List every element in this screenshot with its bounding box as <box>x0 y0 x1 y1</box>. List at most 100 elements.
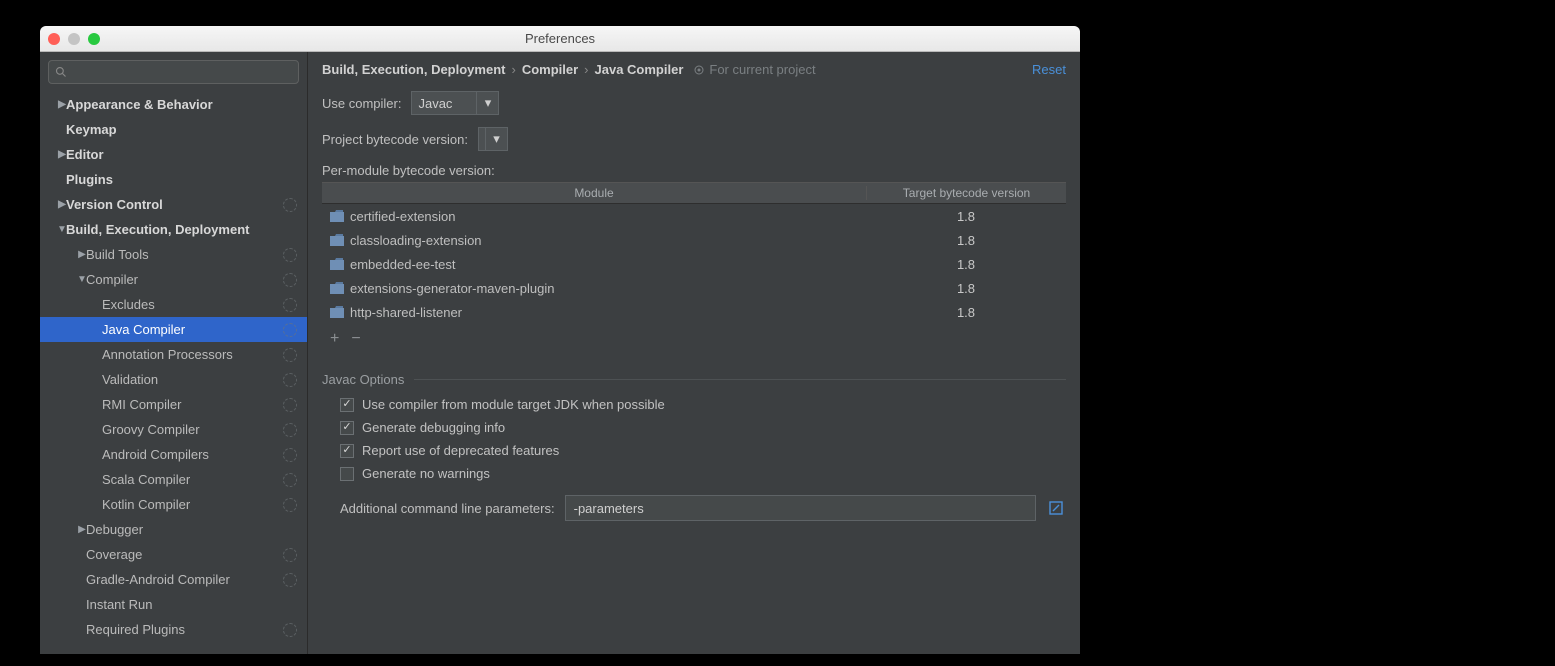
table-row[interactable]: classloading-extension 1.8 <box>322 228 1066 252</box>
add-row-button[interactable]: + <box>330 330 339 348</box>
tree-item-label: Plugins <box>66 172 113 187</box>
tree-item-label: Gradle-Android Compiler <box>86 572 230 587</box>
tree-arrow-icon: ▶ <box>50 199 74 210</box>
tree-item[interactable]: ▶Appearance & Behavior <box>40 92 307 117</box>
tree-arrow-icon: ▼ <box>70 274 94 285</box>
project-scope-icon <box>283 623 297 637</box>
project-scope-icon <box>283 248 297 262</box>
breadcrumb-seg: Build, Execution, Deployment <box>322 62 505 77</box>
chevron-right-icon: › <box>584 62 588 77</box>
tree-item[interactable]: ▼Build, Execution, Deployment <box>40 217 307 242</box>
project-scope-icon <box>283 448 297 462</box>
tree-item-label: Excludes <box>102 297 155 312</box>
project-scope-icon <box>283 273 297 287</box>
table-row[interactable]: embedded-ee-test 1.8 <box>322 252 1066 276</box>
checkbox-icon <box>340 398 354 412</box>
tree-item-label: Build, Execution, Deployment <box>66 222 249 237</box>
tree-item[interactable]: Scala Compiler <box>40 467 307 492</box>
module-table-body: certified-extension1.8classloading-exten… <box>322 204 1066 324</box>
tree-item[interactable]: Java Compiler <box>40 317 307 342</box>
project-scope-icon <box>283 423 297 437</box>
project-scope-note: For current project <box>693 62 815 77</box>
tree-item-label: Groovy Compiler <box>102 422 200 437</box>
tree-item[interactable]: Keymap <box>40 117 307 142</box>
opt-use-module-jdk[interactable]: Use compiler from module target JDK when… <box>340 397 1066 412</box>
opt-report-deprecated[interactable]: Report use of deprecated features <box>340 443 1066 458</box>
table-row[interactable]: http-shared-listener1.8 <box>322 300 1066 324</box>
breadcrumb: Build, Execution, Deployment › Compiler … <box>322 62 1066 77</box>
tree-item[interactable]: ▶Editor <box>40 142 307 167</box>
module-name: certified-extension <box>350 209 456 224</box>
chevron-down-icon: ▾ <box>485 127 507 151</box>
project-scope-icon <box>283 198 297 212</box>
use-compiler-select[interactable]: Javac ▾ <box>411 91 499 115</box>
module-table-header: Module Target bytecode version <box>322 182 1066 204</box>
use-compiler-label: Use compiler: <box>322 96 401 111</box>
breadcrumb-seg: Java Compiler <box>595 62 684 77</box>
tree-item[interactable]: ▶Debugger <box>40 517 307 542</box>
tree-item[interactable]: Validation <box>40 367 307 392</box>
tree-item[interactable]: ▶Version Control <box>40 192 307 217</box>
opt-generate-debug[interactable]: Generate debugging info <box>340 420 1066 435</box>
target-version: 1.8 <box>866 233 1066 248</box>
tree-arrow-icon: ▶ <box>70 249 94 260</box>
tree-item-label: Annotation Processors <box>102 347 233 362</box>
module-name: embedded-ee-test <box>350 257 456 272</box>
tree-item[interactable]: Excludes <box>40 292 307 317</box>
javac-options-header: Javac Options <box>322 372 1066 387</box>
module-name: classloading-extension <box>350 233 482 248</box>
tree-item[interactable]: ▶Build Tools <box>40 242 307 267</box>
tree-item[interactable]: Gradle-Android Compiler <box>40 567 307 592</box>
tree-item[interactable]: Instant Run <box>40 592 307 617</box>
titlebar: Preferences <box>40 26 1080 52</box>
settings-tree: ▶Appearance & BehaviorKeymap▶EditorPlugi… <box>40 92 307 654</box>
table-row[interactable]: extensions-generator-maven-plugin1.8 <box>322 276 1066 300</box>
tree-item[interactable]: Android Compilers <box>40 442 307 467</box>
project-bytecode-select[interactable]: ▾ <box>478 127 508 151</box>
params-input[interactable] <box>565 495 1036 521</box>
tree-item-label: Build Tools <box>86 247 149 262</box>
project-scope-icon <box>283 498 297 512</box>
project-scope-icon <box>283 348 297 362</box>
tree-item-label: Scala Compiler <box>102 472 190 487</box>
tree-arrow-icon: ▶ <box>50 99 74 110</box>
module-name: http-shared-listener <box>350 305 462 320</box>
main-panel: Build, Execution, Deployment › Compiler … <box>308 52 1080 654</box>
tree-item-label: Appearance & Behavior <box>66 97 213 112</box>
checkbox-icon <box>340 421 354 435</box>
tree-item-label: Debugger <box>86 522 143 537</box>
checkbox-icon <box>340 467 354 481</box>
target-version: 1.8 <box>866 209 1066 224</box>
per-module-label: Per-module bytecode version: <box>322 163 1066 178</box>
chevron-down-icon: ▾ <box>476 91 498 115</box>
tree-item[interactable]: Annotation Processors <box>40 342 307 367</box>
chevron-right-icon: › <box>511 62 515 77</box>
tree-item-label: Validation <box>102 372 158 387</box>
opt-no-warnings[interactable]: Generate no warnings <box>340 466 1066 481</box>
tree-item[interactable]: ▼Compiler <box>40 267 307 292</box>
tree-item[interactable]: Coverage <box>40 542 307 567</box>
module-name: extensions-generator-maven-plugin <box>350 281 555 296</box>
tree-item[interactable]: Required Plugins <box>40 617 307 642</box>
project-scope-icon <box>283 398 297 412</box>
params-label: Additional command line parameters: <box>340 501 555 516</box>
tree-item[interactable]: Plugins <box>40 167 307 192</box>
reset-link[interactable]: Reset <box>1032 62 1066 77</box>
tree-item[interactable]: RMI Compiler <box>40 392 307 417</box>
expand-icon <box>1049 501 1063 515</box>
tree-item-label: Coverage <box>86 547 142 562</box>
remove-row-button[interactable]: − <box>351 330 360 348</box>
tree-arrow-icon: ▶ <box>70 524 94 535</box>
expand-input-button[interactable] <box>1046 498 1066 518</box>
search-icon <box>55 66 67 78</box>
search-input[interactable] <box>48 60 299 84</box>
tree-item-label: Keymap <box>66 122 117 137</box>
checkbox-icon <box>340 444 354 458</box>
tree-item-label: Version Control <box>66 197 163 212</box>
tree-item[interactable]: Kotlin Compiler <box>40 492 307 517</box>
tree-item[interactable]: Groovy Compiler <box>40 417 307 442</box>
window-title: Preferences <box>40 31 1080 46</box>
target-version: 1.8 <box>866 257 1066 272</box>
table-row[interactable]: certified-extension 1.8 <box>322 204 1066 228</box>
breadcrumb-seg: Compiler <box>522 62 578 77</box>
